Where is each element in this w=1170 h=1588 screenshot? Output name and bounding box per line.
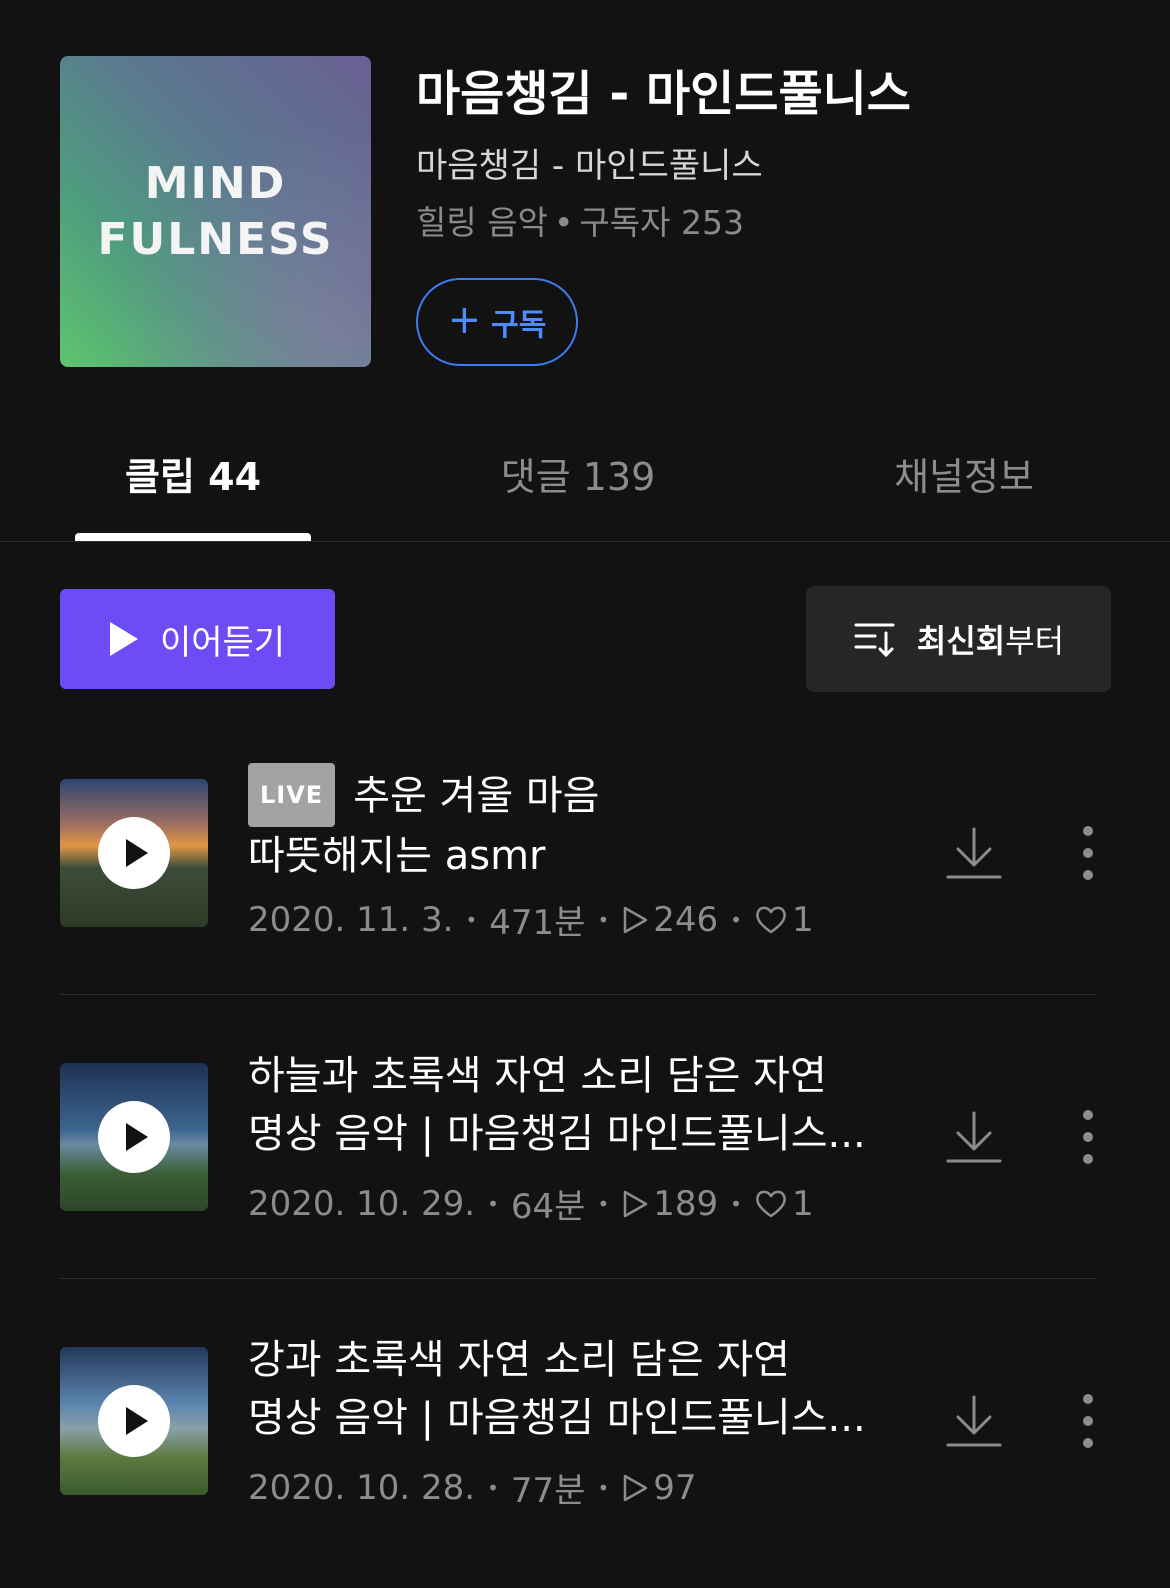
clip-list-item[interactable]: 하늘과 초록색 자연 소리 담은 자연 명상 음악 | 마음챙김 마인드풀니스.… bbox=[60, 995, 1110, 1279]
clip-meta: 2020. 10. 28. • 77분 • 97 bbox=[248, 1463, 697, 1512]
play-count-icon bbox=[621, 1189, 649, 1219]
clip-title[interactable]: 하늘과 초록색 자연 소리 담은 자연 명상 음악 | 마음챙김 마인드풀니스.… bbox=[248, 1047, 908, 1163]
clip-date: 2020. 11. 3. bbox=[248, 899, 454, 940]
clip-thumbnail[interactable] bbox=[60, 1063, 208, 1211]
play-count-icon bbox=[621, 905, 649, 935]
subscribe-label: 구독 bbox=[491, 308, 547, 343]
active-tab-indicator bbox=[75, 533, 311, 541]
sort-icon bbox=[854, 623, 895, 658]
live-badge: LIVE bbox=[248, 763, 336, 827]
heart-icon bbox=[754, 1189, 788, 1219]
play-icon[interactable] bbox=[98, 1101, 170, 1173]
cover-text-line2: FULNESS bbox=[97, 213, 334, 265]
download-icon[interactable] bbox=[944, 1107, 1004, 1167]
channel-subtitle: 마음챙김 - 마인드풀니스 bbox=[416, 146, 763, 186]
clip-list-item[interactable]: LIVE 추운 겨울 마음 따뜻해지는 asmr 2020. 11. 3. • 4… bbox=[60, 711, 1110, 995]
play-count: 246 bbox=[653, 899, 719, 940]
play-icon[interactable] bbox=[98, 817, 170, 889]
play-icon bbox=[109, 622, 138, 656]
more-vertical-icon[interactable] bbox=[1076, 1391, 1100, 1451]
meta-separator: • bbox=[553, 203, 574, 242]
clip-title[interactable]: LIVE 추운 겨울 마음 따뜻해지는 asmr bbox=[248, 763, 908, 885]
clip-title[interactable]: 강과 초록색 자연 소리 담은 자연 명상 음악 | 마음챙김 마인드풀니스..… bbox=[248, 1331, 908, 1447]
subscriber-count: 구독자 253 bbox=[579, 203, 744, 242]
channel-cover-image: MIND FULNESS bbox=[60, 56, 371, 367]
download-icon[interactable] bbox=[944, 823, 1004, 883]
play-count: 97 bbox=[653, 1467, 697, 1508]
clip-list-item[interactable]: 강과 초록색 자연 소리 담은 자연 명상 음악 | 마음챙김 마인드풀니스..… bbox=[60, 1279, 1110, 1563]
clip-date: 2020. 10. 28. bbox=[248, 1467, 476, 1508]
cover-text-line1: MIND bbox=[144, 157, 287, 209]
tab-channel-info[interactable]: 채널정보 bbox=[846, 446, 1082, 501]
channel-category: 힐링 음악 bbox=[416, 203, 548, 242]
continue-listening-button[interactable]: 이어듣기 bbox=[60, 589, 335, 689]
clip-thumbnail[interactable] bbox=[60, 1347, 208, 1495]
channel-meta: 힐링 음악 • 구독자 253 bbox=[416, 196, 744, 244]
continue-label: 이어듣기 bbox=[159, 622, 286, 663]
play-count: 189 bbox=[653, 1183, 719, 1224]
plus-icon: + bbox=[447, 297, 482, 343]
play-icon[interactable] bbox=[98, 1385, 170, 1457]
clip-meta: 2020. 11. 3. • 471분 • 246 • 1 bbox=[248, 895, 814, 944]
tab-clips[interactable]: 클립 44 bbox=[75, 446, 311, 501]
clip-duration: 77분 bbox=[510, 1471, 586, 1511]
heart-icon bbox=[754, 905, 788, 935]
clip-thumbnail[interactable] bbox=[60, 779, 208, 927]
clip-duration: 471분 bbox=[489, 903, 586, 943]
channel-tabs: 클립 44 댓글 139 채널정보 bbox=[0, 430, 1170, 542]
channel-title: 마음챙김 - 마인드풀니스 bbox=[416, 66, 911, 122]
sort-button[interactable]: 최신회부터 bbox=[806, 586, 1111, 692]
more-vertical-icon[interactable] bbox=[1076, 823, 1100, 883]
subscribe-button[interactable]: + 구독 bbox=[416, 278, 578, 366]
tab-comments[interactable]: 댓글 139 bbox=[460, 446, 696, 501]
clip-duration: 64분 bbox=[510, 1187, 586, 1227]
play-count-icon bbox=[621, 1473, 649, 1503]
sort-label: 최신회부터 bbox=[916, 622, 1065, 660]
like-count: 1 bbox=[791, 1183, 814, 1224]
clip-date: 2020. 10. 29. bbox=[248, 1183, 476, 1224]
more-vertical-icon[interactable] bbox=[1076, 1107, 1100, 1167]
channel-header: MIND FULNESS 마음챙김 - 마인드풀니스 마음챙김 - 마인드풀니스… bbox=[0, 0, 1170, 400]
like-count: 1 bbox=[791, 899, 814, 940]
download-icon[interactable] bbox=[944, 1391, 1004, 1451]
clip-meta: 2020. 10. 29. • 64분 • 189 • 1 bbox=[248, 1179, 814, 1228]
